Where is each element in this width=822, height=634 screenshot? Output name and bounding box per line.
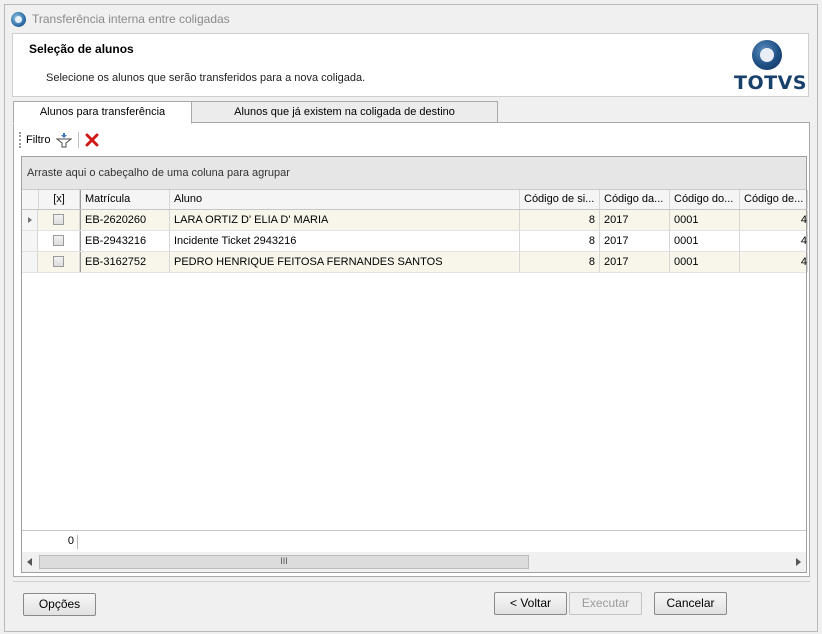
cell-codigo-situacao: 8 — [520, 252, 600, 272]
header-codigo-situacao[interactable]: Código de si... — [520, 190, 600, 209]
current-row-arrow-icon — [28, 217, 32, 223]
cell-codigo-extra: 4 — [740, 210, 808, 230]
totvs-logo-icon — [752, 40, 782, 70]
grid-toolbar: Filtro — [16, 129, 99, 151]
header-codigo-periodo[interactable]: Código da... — [600, 190, 670, 209]
toolbar-separator — [78, 132, 80, 148]
cell-aluno: PEDRO HENRIQUE FEITOSA FERNANDES SANTOS — [170, 252, 520, 272]
header-aluno[interactable]: Aluno — [170, 190, 520, 209]
row-select-cell — [39, 210, 80, 230]
cell-matricula: EB-2620260 — [80, 210, 170, 230]
row-checkbox[interactable] — [53, 235, 64, 246]
row-checkbox[interactable] — [53, 214, 64, 225]
header-codigo-extra[interactable]: Código de... — [740, 190, 808, 209]
cancel-button[interactable]: Cancelar — [654, 592, 727, 615]
students-grid: Arraste aqui o cabeçalho de uma coluna p… — [21, 156, 808, 573]
filter-funnel-icon[interactable] — [56, 132, 73, 148]
wizard-header: Seleção de alunos Selecione os alunos qu… — [12, 33, 809, 97]
row-indicator — [22, 210, 38, 230]
filter-label: Filtro — [26, 134, 51, 146]
transfer-window: Transferência interna entre coligadas Se… — [4, 4, 818, 632]
row-indicator — [22, 252, 38, 272]
clear-filter-icon[interactable] — [85, 133, 99, 147]
cell-codigo-extra: 4 — [740, 252, 808, 272]
horizontal-scrollbar[interactable]: III — [22, 552, 806, 572]
footer-separator — [77, 535, 78, 549]
cell-aluno: Incidente Ticket 2943216 — [170, 231, 520, 251]
scroll-thumb[interactable]: III — [39, 555, 529, 569]
table-row[interactable]: EB-2943216 Incidente Ticket 2943216 8 20… — [22, 231, 808, 252]
table-row[interactable]: EB-2620260 LARA ORTIZ D' ELIA D' MARIA 8… — [22, 210, 808, 231]
scroll-left-icon[interactable] — [27, 558, 32, 566]
window-title: Transferência interna entre coligadas — [32, 12, 230, 26]
cell-matricula: EB-3162752 — [80, 252, 170, 272]
header-select-all[interactable]: [x] — [39, 190, 80, 209]
step-subtitle: Selecione os alunos que serão transferid… — [46, 72, 366, 84]
app-icon — [11, 11, 26, 27]
cell-codigo-extra: 4 — [740, 231, 808, 251]
row-select-cell — [39, 252, 80, 272]
cell-codigo-situacao: 8 — [520, 210, 600, 230]
header-matricula[interactable]: Matrícula — [80, 190, 170, 209]
row-indicator — [22, 231, 38, 251]
header-indicator — [22, 190, 39, 209]
header-codigo-curso[interactable]: Código do... — [670, 190, 740, 209]
footer-divider — [13, 581, 810, 582]
group-by-panel[interactable]: Arraste aqui o cabeçalho de uma coluna p… — [22, 157, 806, 190]
cell-aluno: LARA ORTIZ D' ELIA D' MARIA — [170, 210, 520, 230]
step-title: Seleção de alunos — [29, 42, 134, 56]
row-select-cell — [39, 231, 80, 251]
cell-matricula: EB-2943216 — [80, 231, 170, 251]
tab-content: Filtro Arraste aqui o cabeçalho de uma c… — [13, 122, 810, 577]
cell-codigo-periodo: 2017 — [600, 252, 670, 272]
cell-codigo-periodo: 2017 — [600, 210, 670, 230]
selected-count: 0 — [67, 535, 74, 547]
back-button[interactable]: < Voltar — [494, 592, 567, 615]
cell-codigo-curso: 0001 — [670, 252, 740, 272]
toolbar-grip[interactable] — [19, 132, 22, 148]
row-checkbox[interactable] — [53, 256, 64, 267]
grid-header-row: [x] Matrícula Aluno Código de si... Códi… — [22, 190, 808, 210]
grid-footer: 0 — [22, 530, 806, 552]
execute-button[interactable]: Executar — [569, 592, 642, 615]
options-button[interactable]: Opções — [23, 593, 96, 616]
table-row[interactable]: EB-3162752 PEDRO HENRIQUE FEITOSA FERNAN… — [22, 252, 808, 273]
totvs-logo: TOTVS — [734, 38, 807, 94]
cell-codigo-curso: 0001 — [670, 231, 740, 251]
cell-codigo-situacao: 8 — [520, 231, 600, 251]
scroll-right-icon[interactable] — [796, 558, 801, 566]
title-bar: Transferência interna entre coligadas — [5, 5, 817, 33]
cell-codigo-curso: 0001 — [670, 210, 740, 230]
tab-alunos-para-transferencia[interactable]: Alunos para transferência — [13, 101, 192, 124]
logo-text: TOTVS — [734, 72, 807, 94]
cell-codigo-periodo: 2017 — [600, 231, 670, 251]
tab-alunos-ja-existem[interactable]: Alunos que já existem na coligada de des… — [191, 101, 498, 123]
